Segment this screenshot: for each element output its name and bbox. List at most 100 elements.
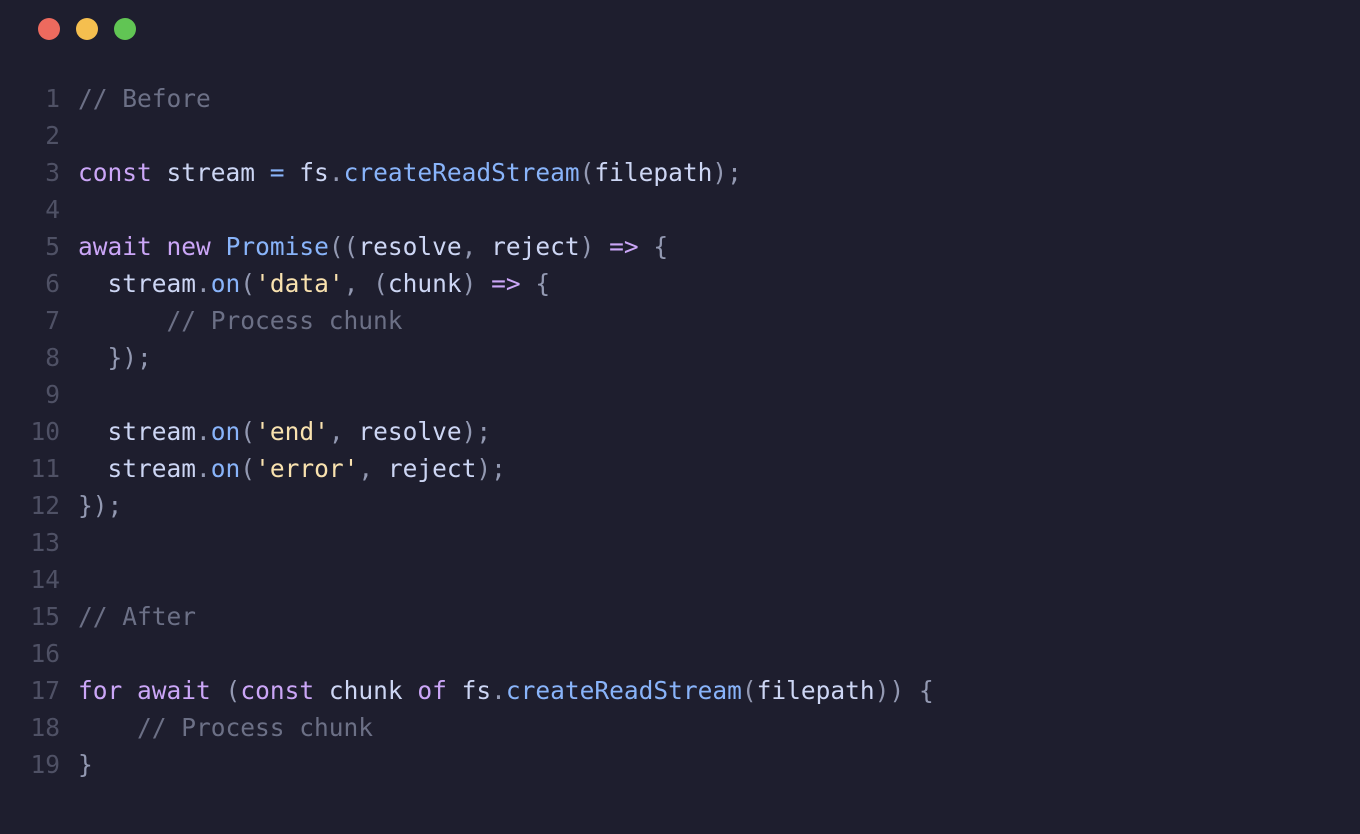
token: ( xyxy=(742,676,757,705)
code-line[interactable]: 18 // Process chunk xyxy=(0,709,1360,746)
code-content[interactable]: stream.on('end', resolve); xyxy=(78,413,491,450)
token: . xyxy=(491,676,506,705)
token: ( xyxy=(580,158,595,187)
code-editor[interactable]: 1// Before23const stream = fs.createRead… xyxy=(0,50,1360,783)
code-line[interactable]: 15// After xyxy=(0,598,1360,635)
token: // Process chunk xyxy=(167,306,403,335)
code-content[interactable]: const stream = fs.createReadStream(filep… xyxy=(78,154,742,191)
token: , xyxy=(462,232,492,261)
code-content[interactable]: } xyxy=(78,746,93,783)
code-content[interactable]: }); xyxy=(78,487,122,524)
code-content[interactable]: stream.on('error', reject); xyxy=(78,450,506,487)
token: // Process chunk xyxy=(137,713,373,742)
code-line[interactable]: 5await new Promise((resolve, reject) => … xyxy=(0,228,1360,265)
code-line[interactable]: 2 xyxy=(0,117,1360,154)
code-content[interactable]: // Process chunk xyxy=(78,709,373,746)
token: on xyxy=(211,269,241,298)
line-number: 1 xyxy=(0,80,78,117)
token xyxy=(78,306,167,335)
line-number: 10 xyxy=(0,413,78,450)
token: fs xyxy=(447,676,491,705)
code-content[interactable]: // Process chunk xyxy=(78,302,403,339)
token: => xyxy=(609,232,639,261)
code-window: 1// Before23const stream = fs.createRead… xyxy=(0,0,1360,834)
token: , xyxy=(358,454,388,483)
token: const xyxy=(78,158,152,187)
token: stream xyxy=(78,269,196,298)
code-line[interactable]: 12}); xyxy=(0,487,1360,524)
line-number: 17 xyxy=(0,672,78,709)
code-content[interactable]: for await (const chunk of fs.createReadS… xyxy=(78,672,934,709)
code-line[interactable]: 6 stream.on('data', (chunk) => { xyxy=(0,265,1360,302)
token: 'error' xyxy=(255,454,358,483)
token: reject xyxy=(491,232,580,261)
token: . xyxy=(196,269,211,298)
token: = xyxy=(270,158,285,187)
token: } xyxy=(78,750,93,779)
token: ( xyxy=(240,269,255,298)
token: of xyxy=(417,676,447,705)
code-content[interactable]: // Before xyxy=(78,80,211,117)
token: ) xyxy=(580,232,610,261)
token: )) { xyxy=(875,676,934,705)
code-line[interactable]: 11 stream.on('error', reject); xyxy=(0,450,1360,487)
titlebar xyxy=(0,0,1360,50)
code-line[interactable]: 1// Before xyxy=(0,80,1360,117)
token: { xyxy=(521,269,551,298)
line-number: 14 xyxy=(0,561,78,598)
token: . xyxy=(329,158,344,187)
code-line[interactable]: 16 xyxy=(0,635,1360,672)
line-number: 16 xyxy=(0,635,78,672)
token: chunk xyxy=(388,269,462,298)
code-line[interactable]: 13 xyxy=(0,524,1360,561)
token xyxy=(122,676,137,705)
code-content[interactable]: await new Promise((resolve, reject) => { xyxy=(78,228,668,265)
token: new xyxy=(167,232,211,261)
code-line[interactable]: 14 xyxy=(0,561,1360,598)
code-line[interactable]: 9 xyxy=(0,376,1360,413)
code-content[interactable]: stream.on('data', (chunk) => { xyxy=(78,265,550,302)
token: . xyxy=(196,417,211,446)
code-line[interactable]: 10 stream.on('end', resolve); xyxy=(0,413,1360,450)
token: ( xyxy=(240,417,255,446)
code-line[interactable]: 3const stream = fs.createReadStream(file… xyxy=(0,154,1360,191)
close-icon[interactable] xyxy=(38,18,60,40)
code-line[interactable]: 8 }); xyxy=(0,339,1360,376)
zoom-icon[interactable] xyxy=(114,18,136,40)
line-number: 9 xyxy=(0,376,78,413)
token: }); xyxy=(78,491,122,520)
code-line[interactable]: 7 // Process chunk xyxy=(0,302,1360,339)
token: => xyxy=(491,269,521,298)
token xyxy=(152,232,167,261)
token: 'end' xyxy=(255,417,329,446)
line-number: 11 xyxy=(0,450,78,487)
token: stream xyxy=(78,417,196,446)
line-number: 7 xyxy=(0,302,78,339)
line-number: 19 xyxy=(0,746,78,783)
token: ); xyxy=(462,417,492,446)
token: 'data' xyxy=(255,269,344,298)
token: createReadStream xyxy=(506,676,742,705)
line-number: 3 xyxy=(0,154,78,191)
code-line[interactable]: 4 xyxy=(0,191,1360,228)
token: chunk xyxy=(314,676,417,705)
token: ); xyxy=(476,454,506,483)
code-content[interactable]: // After xyxy=(78,598,196,635)
token: for xyxy=(78,676,122,705)
line-number: 18 xyxy=(0,709,78,746)
token: }); xyxy=(78,343,152,372)
code-line[interactable]: 17for await (const chunk of fs.createRea… xyxy=(0,672,1360,709)
token: . xyxy=(196,454,211,483)
line-number: 13 xyxy=(0,524,78,561)
line-number: 8 xyxy=(0,339,78,376)
token: // After xyxy=(78,602,196,631)
token: , ( xyxy=(344,269,388,298)
token: resolve xyxy=(358,417,461,446)
token: createReadStream xyxy=(344,158,580,187)
code-content[interactable]: }); xyxy=(78,339,152,376)
line-number: 6 xyxy=(0,265,78,302)
token: stream xyxy=(78,454,196,483)
code-line[interactable]: 19} xyxy=(0,746,1360,783)
minimize-icon[interactable] xyxy=(76,18,98,40)
line-number: 5 xyxy=(0,228,78,265)
